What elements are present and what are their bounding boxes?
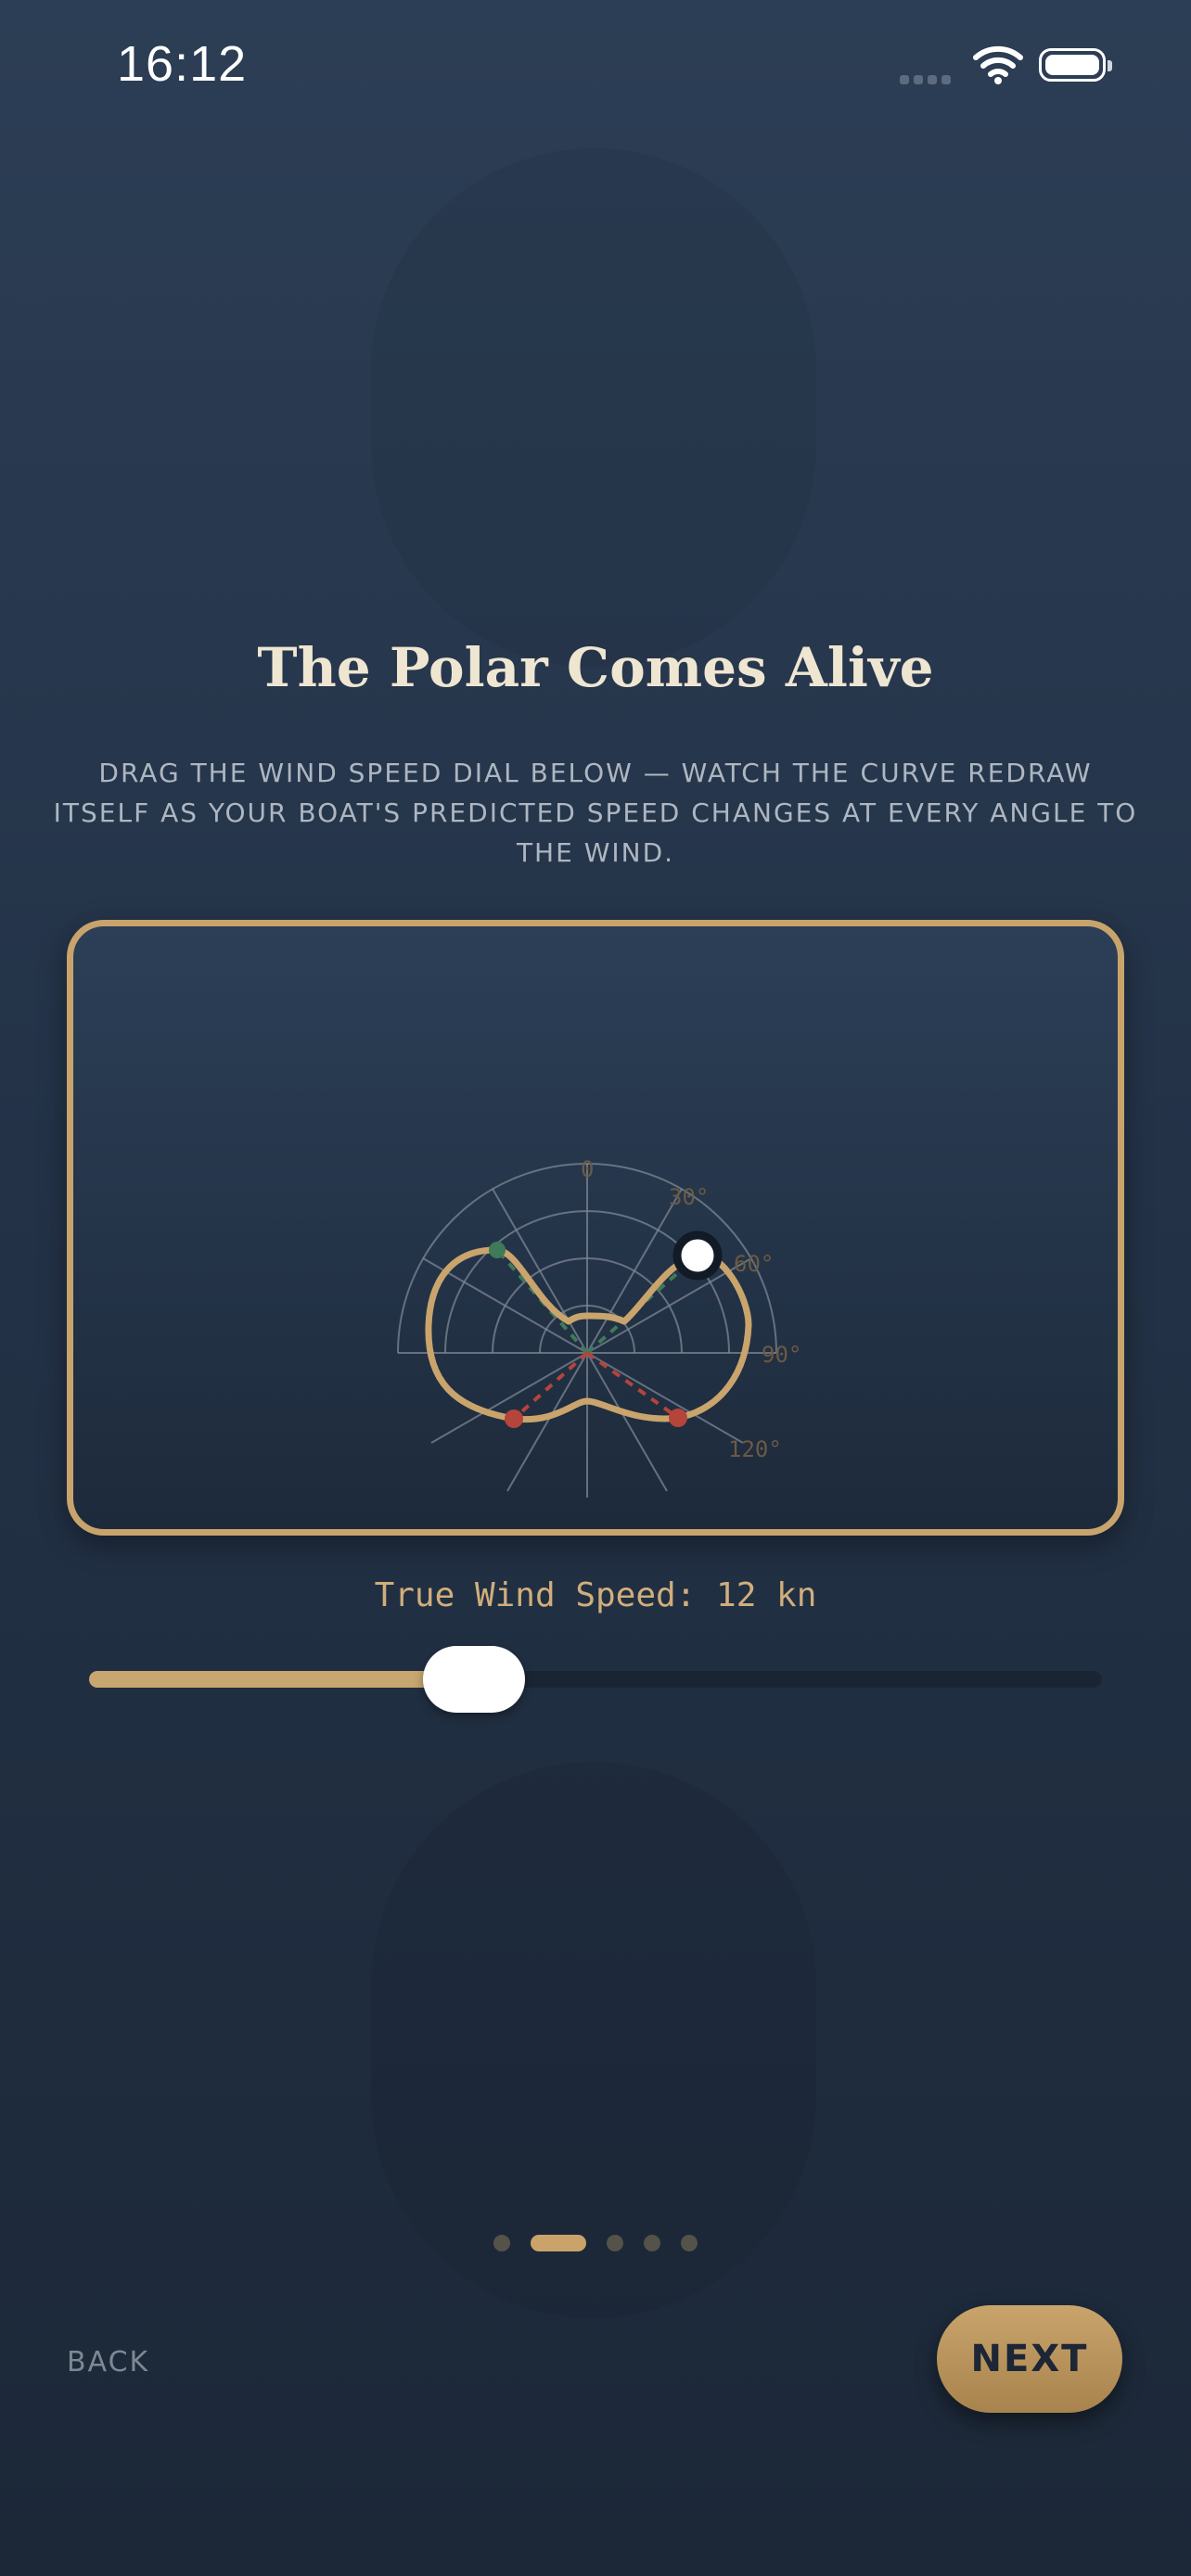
upwind-target-marker [489,1242,506,1258]
background-silhouette-top [371,148,816,668]
next-button[interactable]: NEXT [937,2305,1122,2413]
status-time: 16:12 [117,36,248,92]
page-dot[interactable] [493,2235,510,2251]
battery-icon [1039,48,1112,82]
polar-chart-card: 0 30° 60° 90° 120° [67,920,1124,1536]
page-dot[interactable] [531,2235,586,2251]
angle-label-120: 120° [728,1436,782,1462]
wind-speed-slider[interactable] [89,1646,1102,1713]
cellular-signal-icon [900,72,955,89]
true-wind-speed-readout: True Wind Speed: 12 kn [374,1576,817,1614]
page-dot[interactable] [644,2235,660,2251]
downwind-target-marker-starboard [669,1409,687,1427]
back-button[interactable]: BACK [67,2346,149,2378]
page-indicator [0,2235,1191,2257]
vmg-downwind-lines [512,1351,680,1421]
slide-title: The Polar Comes Alive [257,636,934,699]
wifi-icon [973,45,1023,84]
page-dot[interactable] [681,2235,698,2251]
status-bar: 16:12 [0,0,1191,130]
angle-label-30: 30° [669,1184,709,1210]
slider-fill [89,1671,474,1688]
polar-drag-handle[interactable] [672,1231,723,1281]
polar-diagram: 0 30° 60° 90° 120° [397,1156,801,1498]
angle-label-60: 60° [734,1251,774,1277]
page-dot[interactable] [607,2235,623,2251]
downwind-target-marker-port [505,1409,523,1428]
slider-thumb[interactable] [422,1646,525,1713]
polar-grid [397,1163,777,1498]
angle-label-90: 90° [762,1342,801,1368]
slide-subtitle: DRAG THE WIND SPEED DIAL BELOW — WATCH T… [53,758,1138,868]
angle-label-0: 0 [581,1156,594,1182]
